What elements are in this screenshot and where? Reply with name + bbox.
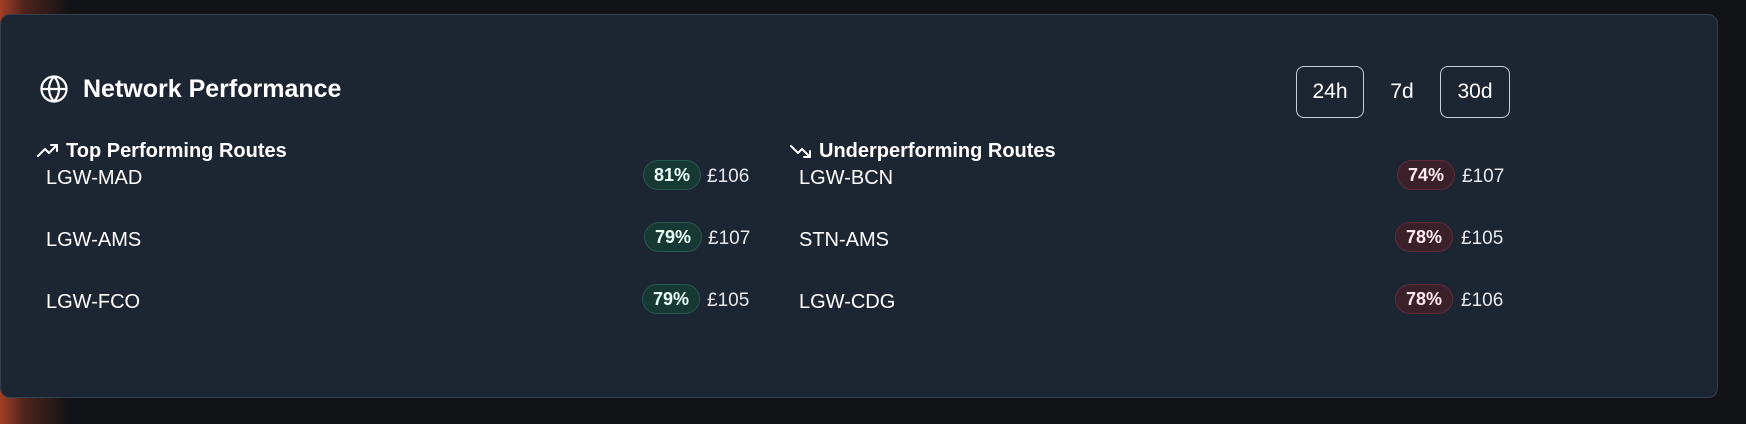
performance-badge: 79% xyxy=(644,222,703,252)
under-routes-heading: Underperforming Routes xyxy=(789,139,1056,163)
route-name: LGW-MAD xyxy=(46,167,143,189)
range-7d-button[interactable]: 7d xyxy=(1371,66,1433,118)
route-price: £105 xyxy=(707,290,750,311)
network-performance-card: Network Performance 24h 7d 30d Top Perfo… xyxy=(0,14,1718,398)
route-name: LGW-BCN xyxy=(799,167,894,189)
trending-down-icon xyxy=(790,145,811,158)
route-name: LGW-CDG xyxy=(799,291,896,313)
route-name: LGW-FCO xyxy=(46,291,141,313)
performance-badge: 81% xyxy=(643,160,702,190)
performance-badge: 78% xyxy=(1395,222,1454,252)
route-price: £106 xyxy=(1461,290,1504,311)
top-routes-heading-label: Top Performing Routes xyxy=(66,139,287,162)
under-routes-heading-label: Underperforming Routes xyxy=(819,139,1056,162)
performance-badge: 74% xyxy=(1397,160,1456,190)
range-30d-button[interactable]: 30d xyxy=(1440,66,1510,118)
route-price: £106 xyxy=(707,166,750,187)
performance-badge: 78% xyxy=(1395,284,1454,314)
panel-title: Network Performance xyxy=(83,74,342,103)
route-price: £107 xyxy=(708,228,751,249)
top-routes-heading: Top Performing Routes xyxy=(36,139,287,163)
trending-up-icon xyxy=(37,144,58,157)
route-name: STN-AMS xyxy=(799,229,889,251)
route-name: LGW-AMS xyxy=(46,229,142,251)
route-price: £107 xyxy=(1462,166,1505,187)
range-24h-button[interactable]: 24h xyxy=(1296,66,1364,118)
globe-icon xyxy=(40,75,68,103)
performance-badge: 79% xyxy=(642,284,701,314)
panel-header: Network Performance xyxy=(39,74,341,104)
route-price: £105 xyxy=(1461,228,1504,249)
